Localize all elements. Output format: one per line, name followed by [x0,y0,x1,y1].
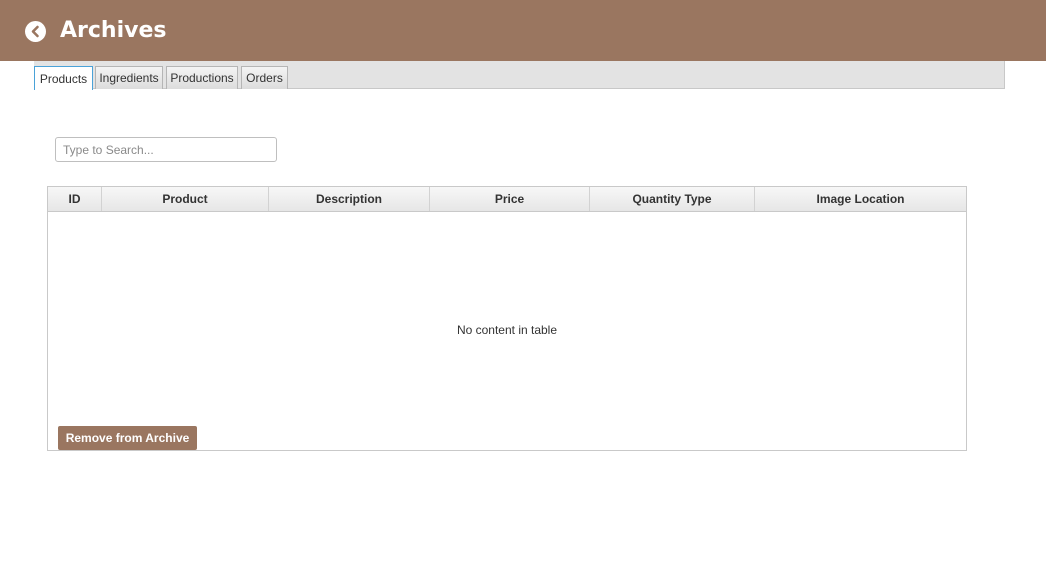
column-header-id[interactable]: ID [48,187,102,211]
search-input[interactable] [55,137,277,162]
app-header: Archives [0,0,1046,61]
tab-ingredients[interactable]: Ingredients [95,66,163,89]
column-header-price[interactable]: Price [430,187,590,211]
remove-from-archive-button[interactable]: Remove from Archive [58,426,197,450]
column-header-image-location[interactable]: Image Location [755,187,966,211]
back-button[interactable] [25,21,46,42]
products-table: ID Product Description Price Quantity Ty… [47,186,967,451]
column-header-description[interactable]: Description [269,187,430,211]
page-title: Archives [60,18,167,43]
table-header: ID Product Description Price Quantity Ty… [48,187,966,212]
column-header-quantity-type[interactable]: Quantity Type [590,187,755,211]
tab-bar: Products Ingredients Productions Orders [34,61,1005,90]
empty-table-message: No content in table [456,323,558,337]
tab-orders[interactable]: Orders [241,66,288,89]
chevron-left-icon [31,25,39,38]
column-header-product[interactable]: Product [102,187,269,211]
tab-productions[interactable]: Productions [166,66,238,89]
tab-products[interactable]: Products [34,66,93,90]
